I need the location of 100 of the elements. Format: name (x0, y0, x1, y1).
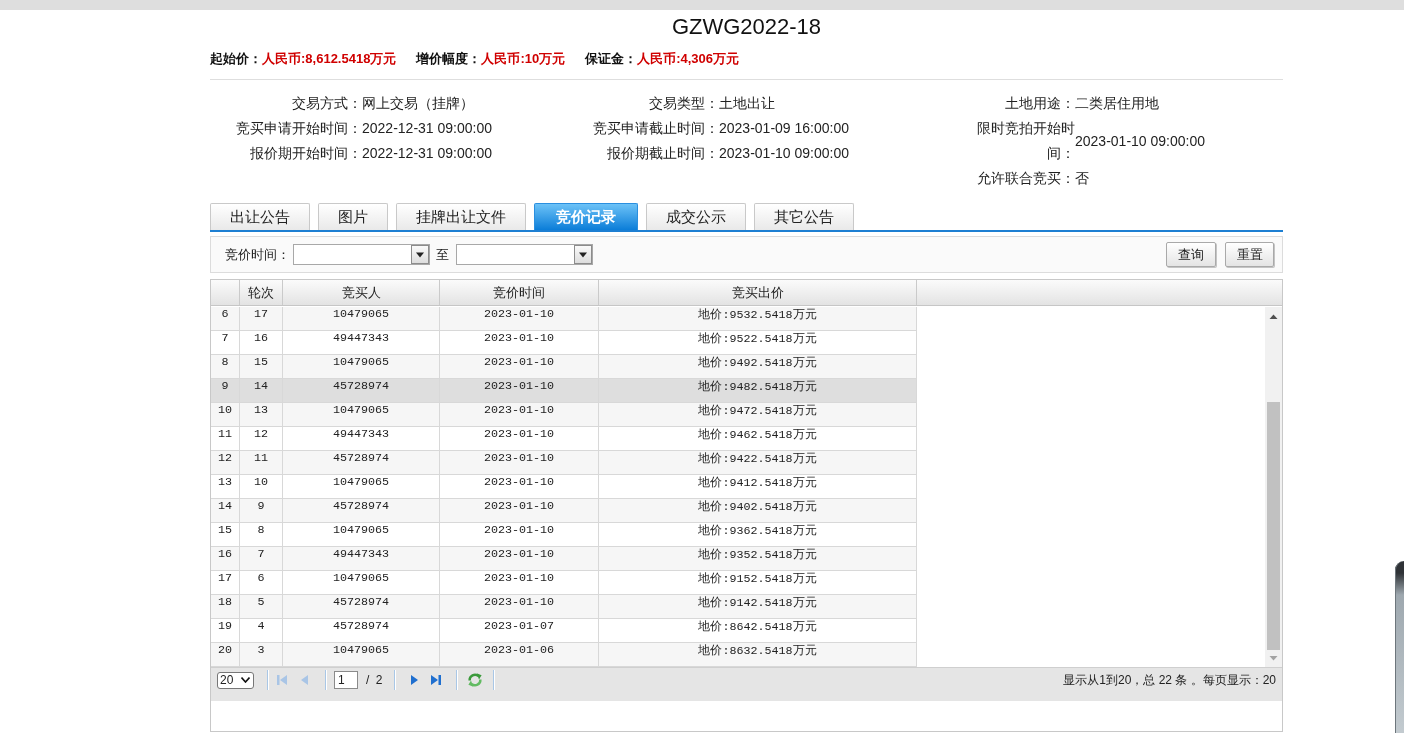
table-cell: 2023-01-10 (440, 331, 599, 354)
table-cell: 14 (240, 379, 283, 402)
row-number: 16 (211, 547, 240, 570)
table-cell: 12 (240, 427, 283, 450)
table-cell: 2023-01-10 (440, 571, 599, 594)
row-number: 8 (211, 355, 240, 378)
field-label: 竞买申请开始时间： (235, 119, 362, 138)
table-cell: 地价:9522.5418万元 (599, 331, 917, 354)
table-cell: 地价:9412.5418万元 (599, 475, 917, 498)
table-cell: 2023-01-10 (440, 427, 599, 450)
table-cell: 2023-01-10 (440, 523, 599, 546)
table-row[interactable]: 15 8 10479065 2023-01-10 地价:9362.5418万元 (211, 523, 917, 547)
table-cell: 16 (240, 331, 283, 354)
row-number: 14 (211, 499, 240, 522)
table-row[interactable]: 6 17 10479065 2023-01-10 地价:9532.5418万元 (211, 307, 917, 331)
table-row[interactable]: 18 5 45728974 2023-01-10 地价:9142.5418万元 (211, 595, 917, 619)
table-cell: 2023-01-10 (440, 355, 599, 378)
row-number: 10 (211, 403, 240, 426)
table-row[interactable]: 11 12 49447343 2023-01-10 地价:9462.5418万元 (211, 427, 917, 451)
tab[interactable]: 图片 (318, 203, 388, 230)
table-cell: 10 (240, 475, 283, 498)
table-cell: 地价:9472.5418万元 (599, 403, 917, 426)
table-row[interactable]: 17 6 10479065 2023-01-10 地价:9152.5418万元 (211, 571, 917, 595)
row-number: 20 (211, 643, 240, 666)
row-number: 7 (211, 331, 240, 354)
field-value: 2022-12-31 09:00:00 (362, 119, 492, 138)
caret-icon (574, 245, 592, 264)
table-cell: 17 (240, 307, 283, 330)
table-cell: 10479065 (283, 307, 440, 330)
table-cell: 2023-01-10 (440, 475, 599, 498)
table-row[interactable]: 9 14 45728974 2023-01-10 地价:9482.5418万元 (211, 379, 917, 403)
last-page-icon[interactable] (430, 674, 443, 686)
caret-icon (241, 677, 250, 683)
price-label: 增价幅度： (416, 50, 482, 68)
table-cell: 4 (240, 619, 283, 642)
table-cell: 2023-01-10 (440, 595, 599, 618)
filter-button[interactable]: 重置 (1225, 242, 1274, 267)
table-cell: 地价:9352.5418万元 (599, 547, 917, 570)
field-label: 允许联合竞买： (976, 169, 1075, 188)
field-value: 否 (1075, 169, 1089, 188)
column-header: 竞买人 (283, 280, 440, 305)
table-cell: 2023-01-10 (440, 403, 599, 426)
table-cell: 地价:9402.5418万元 (599, 499, 917, 522)
table-cell: 8 (240, 523, 283, 546)
column-header: 竞价时间 (440, 280, 599, 305)
table-cell: 2023-01-10 (440, 547, 599, 570)
date-dropdown[interactable] (293, 244, 430, 265)
table-cell: 45728974 (283, 451, 440, 474)
table-row[interactable]: 13 10 10479065 2023-01-10 地价:9412.5418万元 (211, 475, 917, 499)
table-cell: 地价:9362.5418万元 (599, 523, 917, 546)
table-cell: 10479065 (283, 355, 440, 378)
row-number: 13 (211, 475, 240, 498)
tab[interactable]: 挂牌出让文件 (396, 203, 526, 230)
price-value: 人民币:4,306万元 (637, 50, 740, 68)
table-cell: 2023-01-07 (440, 619, 599, 642)
table-row[interactable]: 16 7 49447343 2023-01-10 地价:9352.5418万元 (211, 547, 917, 571)
table-row[interactable]: 8 15 10479065 2023-01-10 地价:9492.5418万元 (211, 355, 917, 379)
price-label: 保证金： (585, 50, 638, 68)
table-row[interactable]: 14 9 45728974 2023-01-10 地价:9402.5418万元 (211, 499, 917, 523)
refresh-icon[interactable] (467, 672, 484, 688)
table-cell: 地价:9492.5418万元 (599, 355, 917, 378)
table-row[interactable]: 7 16 49447343 2023-01-10 地价:9522.5418万元 (211, 331, 917, 355)
field-label: 报价期开始时间： (249, 144, 362, 163)
page-count: / 2 (366, 673, 383, 687)
tab[interactable]: 成交公示 (646, 203, 746, 230)
price-value: 人民币:8,612.5418万元 (262, 50, 397, 68)
tab[interactable]: 出让公告 (210, 203, 310, 230)
caret-icon (411, 245, 429, 264)
field-value: 2023-01-10 09:00:00 (1075, 131, 1205, 151)
table-cell: 3 (240, 643, 283, 666)
table-row[interactable]: 20 3 10479065 2023-01-06 地价:8632.5418万元 (211, 643, 917, 667)
table-cell: 地价:8642.5418万元 (599, 619, 917, 642)
table-cell: 49447343 (283, 427, 440, 450)
field-label: 土地用途： (1004, 94, 1075, 113)
date-dropdown[interactable] (456, 244, 593, 265)
table-cell: 6 (240, 571, 283, 594)
page-size-dropdown[interactable]: 20 (217, 671, 254, 689)
page-title: GZWG2022-18 (671, 13, 822, 41)
table-row[interactable]: 19 4 45728974 2023-01-07 地价:8642.5418万元 (211, 619, 917, 643)
row-number: 9 (211, 379, 240, 402)
tab[interactable]: 其它公告 (754, 203, 854, 230)
vertical-scrollbar[interactable] (1265, 307, 1282, 667)
table-cell: 地价:8632.5418万元 (599, 643, 917, 666)
table-cell: 10479065 (283, 643, 440, 666)
table-cell: 2023-01-06 (440, 643, 599, 666)
field-value: 二类居住用地 (1075, 94, 1159, 113)
table-cell: 地价:9152.5418万元 (599, 571, 917, 594)
field-label: 交易类型： (648, 94, 719, 113)
field-value: 土地出让 (719, 94, 775, 113)
page-status: 显示从1到20，总 22 条 。每页显示：20 (1063, 671, 1276, 689)
table-cell: 45728974 (283, 379, 440, 402)
field-label: 报价期截止时间： (606, 144, 719, 163)
table-cell: 2023-01-10 (440, 379, 599, 402)
table-cell: 10479065 (283, 523, 440, 546)
field-value: 网上交易（挂牌） (362, 94, 474, 113)
price-value: 人民币:10万元 (481, 50, 566, 68)
page-input[interactable]: 1 (334, 671, 358, 689)
filter-button[interactable]: 查询 (1166, 242, 1216, 267)
table-row[interactable]: 10 13 10479065 2023-01-10 地价:9472.5418万元 (211, 403, 917, 427)
table-row[interactable]: 12 11 45728974 2023-01-10 地价:9422.5418万元 (211, 451, 917, 475)
